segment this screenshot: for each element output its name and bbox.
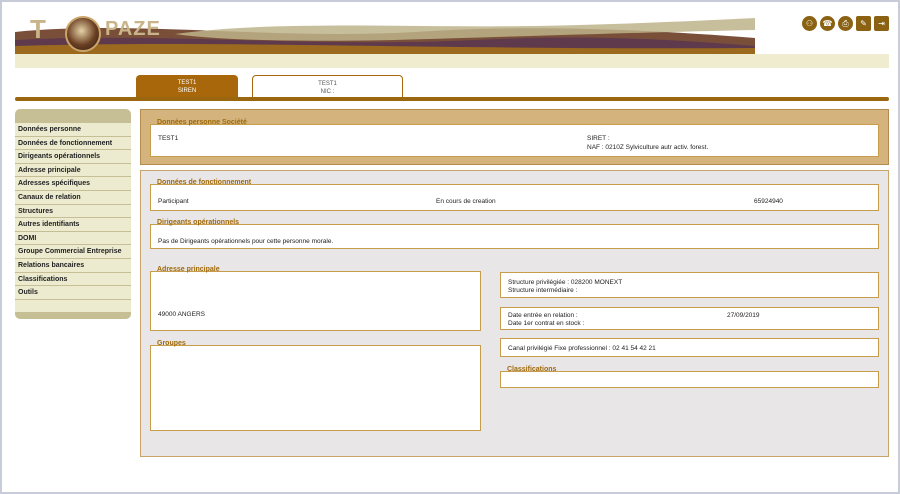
sidebar-item-domi[interactable]: DOMI (15, 231, 131, 246)
dirigeants-text: Pas de Dirigeants opérationnels pour cet… (158, 238, 334, 245)
sidebar-item-donnees-fonctionnement[interactable]: Données de fonctionnement (15, 136, 131, 151)
sidebar-item-autres-identifiants[interactable]: Autres identifiants (15, 218, 131, 232)
person-name: TEST1 (158, 135, 179, 142)
logo-letter-t: T (30, 14, 46, 44)
status-value: En cours de creation (436, 198, 496, 205)
sidebar-item-structures[interactable]: Structures (15, 204, 131, 219)
fieldset-adresse-principale: Adresse principale 49000 ANGERS (150, 266, 481, 331)
tab-nic-line1: TEST1 (318, 81, 337, 87)
fieldset-title-dirigeants: Dirigeants opérationnels (157, 219, 240, 226)
sidebar-item-adresses-specifiques[interactable]: Adresses spécifiques (15, 177, 131, 191)
structure-box: Structure privilégiée : 028200 MONEXT St… (500, 272, 879, 298)
exit-icon[interactable]: ⇥ (874, 16, 889, 31)
sidebar-empty-row (15, 299, 131, 313)
print-icon[interactable]: ⎙ (838, 16, 853, 31)
tab-siren[interactable]: TEST1 SIREN (136, 75, 238, 97)
sidebar-item-classifications[interactable]: Classifications (15, 272, 131, 287)
tab-nic-line2: NIC : (320, 89, 335, 95)
address-city: 49000 ANGERS (158, 311, 205, 318)
fieldset-groupes: Groupes (150, 340, 481, 431)
fieldset-title-classifications: Classifications (507, 366, 557, 373)
logo-text: PAZE (105, 18, 161, 40)
fieldset-donnees-personne: Données personne Société TEST1 SIRET : N… (150, 119, 879, 157)
sidebar-item-outils[interactable]: Outils (15, 286, 131, 300)
panel-personne: Données personne Société TEST1 SIRET : N… (140, 109, 889, 165)
canal-text: Canal privilégié Fixe professionnel : 02… (508, 345, 656, 352)
tab-siren-line2: SIREN (177, 88, 197, 94)
fieldset-title-personne: Données personne Société (157, 119, 247, 126)
edit-icon[interactable]: ✎ (856, 16, 871, 31)
fieldset-title-groupes: Groupes (157, 340, 186, 347)
panel-details: Données de fonctionnement Participant En… (140, 170, 889, 457)
sidebar-item-donnees-personne[interactable]: Données personne (15, 123, 131, 137)
structure-intermediaire: Structure intermédiaire : (508, 287, 578, 294)
naf-value: NAF : 0210Z Sylviculture autr activ. for… (587, 144, 709, 151)
sidebar-item-dirigeants[interactable]: Dirigeants opérationnels (15, 150, 131, 164)
phone-icon[interactable]: ☎ (820, 16, 835, 31)
canal-box: Canal privilégié Fixe professionnel : 02… (500, 338, 879, 357)
logo-emblem (65, 16, 101, 52)
sidebar-item-groupe-commercial[interactable]: Groupe Commercial Entreprise (15, 245, 131, 259)
sidebar-item-adresse-principale[interactable]: Adresse principale (15, 163, 131, 178)
app-window: T PAZE ⚇ ☎ ⎙ ✎ ⇥ TEST1 SIREN TEST1 NIC :… (0, 0, 900, 494)
sidebar-item-relations-bancaires[interactable]: Relations bancaires (15, 258, 131, 273)
structure-privilegiee: Structure privilégiée : 028200 MONEXT (508, 279, 623, 286)
fieldset-title-fonctionnement: Données de fonctionnement (157, 179, 252, 186)
sidebar-item-canaux-relation[interactable]: Canaux de relation (15, 190, 131, 205)
sidebar-menu: Données personne Données de fonctionneme… (15, 109, 131, 319)
number-value: 65924940 (754, 198, 783, 205)
tab-underline (15, 97, 889, 101)
dates-box: Date entrée en relation : 27/09/2019 Dat… (500, 307, 879, 330)
date-entree-label: Date entrée en relation : (508, 312, 578, 319)
network-icon[interactable]: ⚇ (802, 16, 817, 31)
fieldset-classifications: Classifications (500, 366, 879, 388)
header-banner: T PAZE ⚇ ☎ ⎙ ✎ ⇥ (15, 10, 889, 68)
fieldset-donnees-fonctionnement: Données de fonctionnement Participant En… (150, 179, 879, 211)
fieldset-dirigeants: Dirigeants opérationnels Pas de Dirigean… (150, 219, 879, 249)
tab-siren-line1: TEST1 (177, 80, 197, 86)
tab-nic[interactable]: TEST1 NIC : (252, 75, 403, 97)
date-entree-value: 27/09/2019 (727, 312, 760, 319)
role-value: Participant (158, 198, 189, 205)
fieldset-title-adresse: Adresse principale (157, 266, 220, 273)
siret-label: SIRET : (587, 135, 610, 142)
date-contrat-label: Date 1er contrat en stock : (508, 320, 585, 327)
header-toolbar: ⚇ ☎ ⎙ ✎ ⇥ (802, 16, 889, 31)
